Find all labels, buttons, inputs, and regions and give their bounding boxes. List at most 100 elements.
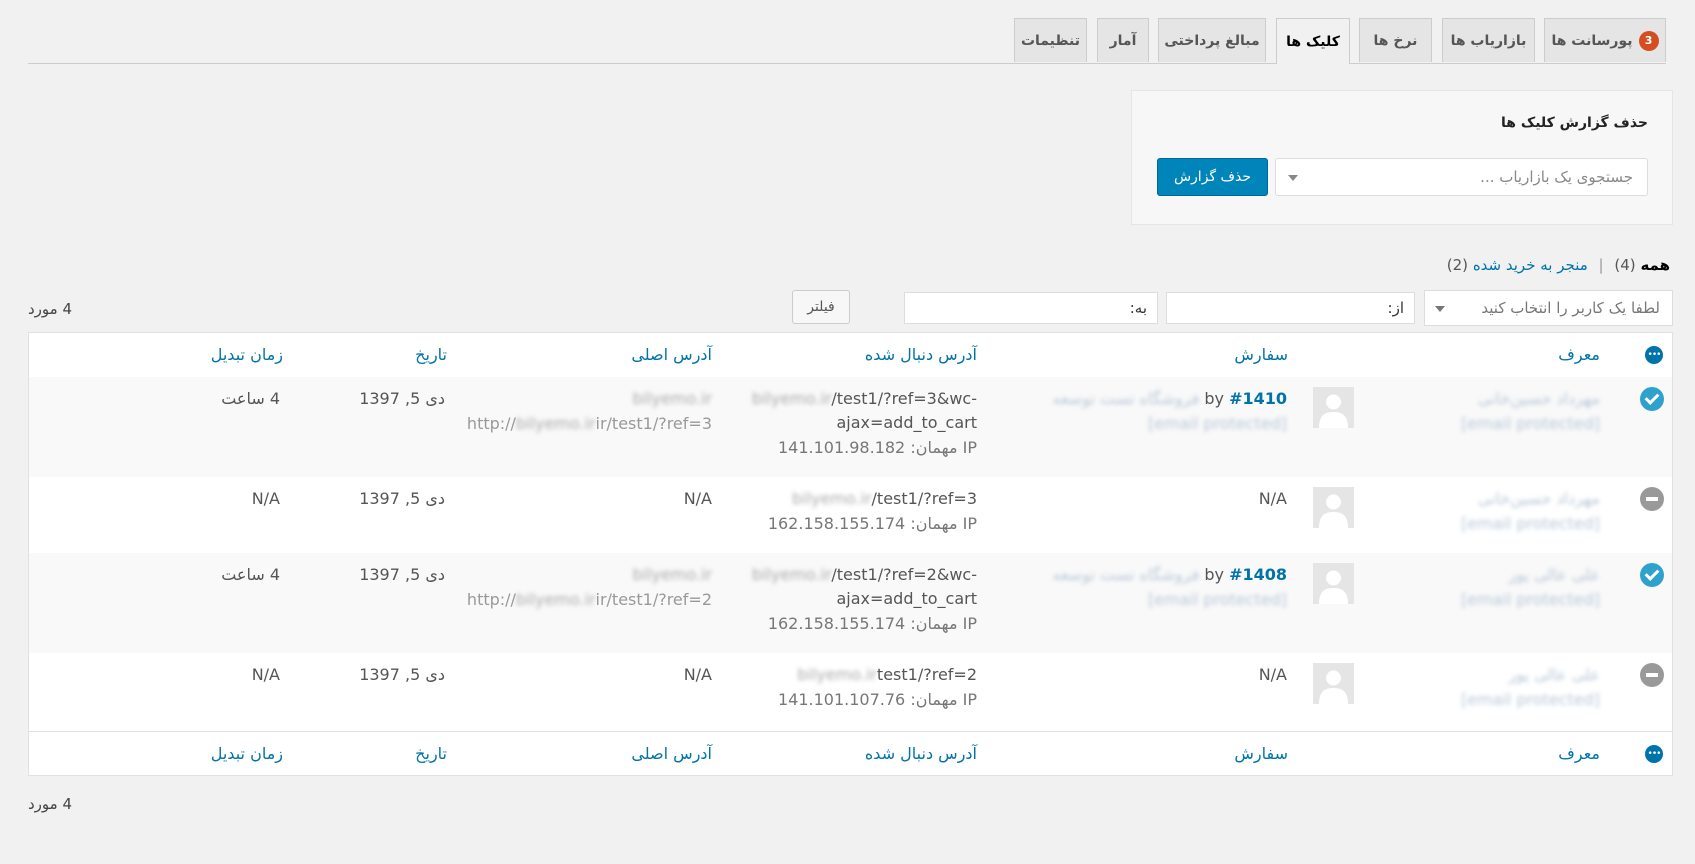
order-na: N/A xyxy=(1258,665,1287,684)
date-to-label: به: xyxy=(1129,299,1147,317)
original-suffix: ir/test1/?ref=3 xyxy=(595,414,713,433)
column-order[interactable]: سفارش xyxy=(1234,744,1288,763)
visitor-ip: IP مهمان: 162.158.155.174 xyxy=(768,614,977,633)
click-date: دی 5, 1397 xyxy=(359,665,445,684)
original-suffix: ir/test1/?ref=2 xyxy=(595,590,713,609)
chevron-down-icon xyxy=(1435,306,1445,312)
table-header: معرف سفارش آدرس دنبال شده آدرس اصلی تاری… xyxy=(29,333,1672,378)
tracked-domain: bilyemo.ir xyxy=(797,665,877,684)
column-date[interactable]: تاریخ xyxy=(415,345,447,364)
tab-label: پورسانت ها xyxy=(1551,32,1633,49)
column-tracked-url[interactable]: آدرس دنبال شده xyxy=(865,744,977,763)
order-email[interactable]: [email protected] xyxy=(1148,590,1287,609)
original-domain-inline: bilyemo.ir xyxy=(515,414,596,433)
tracked-path: /test1/?ref=3&wc- xyxy=(831,389,977,408)
view-converted-count: (2) xyxy=(1446,256,1469,274)
tracked-path: /test1/?ref=2&wc- xyxy=(831,565,977,584)
tracked-path: test1/?ref=2 xyxy=(876,665,977,684)
tab-affiliates[interactable]: بازاریاب ها xyxy=(1442,18,1535,62)
delete-report-button[interactable]: حذف گزارش xyxy=(1157,158,1268,196)
referrer-email[interactable]: [email protected] xyxy=(1461,514,1600,533)
referrer-name[interactable]: علی عالی پور xyxy=(1509,565,1600,584)
column-tracked-url[interactable]: آدرس دنبال شده xyxy=(865,345,977,364)
pending-count-badge: 3 xyxy=(1638,30,1659,51)
tracked-path-cont: ajax=add_to_cart xyxy=(836,413,977,432)
table-footer: معرف سفارش آدرس دنبال شده آدرس اصلی تاری… xyxy=(29,731,1672,776)
clicks-table: معرف سفارش آدرس دنبال شده آدرس اصلی تاری… xyxy=(28,332,1673,776)
column-conversion-time[interactable]: زمان تبدیل xyxy=(211,744,283,763)
minus-circle-icon xyxy=(1640,487,1664,511)
table-row: علی عالی پور [email protected] N/A bilye… xyxy=(29,653,1672,731)
ip-label: IP مهمان: xyxy=(910,438,977,457)
referrer-name[interactable]: مهرداد حسین‌خانی xyxy=(1478,389,1600,408)
affiliate-search-select[interactable]: جستجوی یک بازاریاب ... xyxy=(1275,158,1648,196)
tracked-domain: bilyemo.ir xyxy=(791,489,872,508)
click-date: دی 5, 1397 xyxy=(359,389,445,408)
check-circle-icon xyxy=(1640,563,1664,587)
column-original-url[interactable]: آدرس اصلی xyxy=(631,744,712,763)
referrer-name[interactable]: مهرداد حسین‌خانی xyxy=(1478,489,1600,508)
table-row: علی عالی پور [email protected] فروشگاه ت… xyxy=(29,553,1672,653)
referrer-email[interactable]: [email protected] xyxy=(1461,414,1600,433)
column-referrer[interactable]: معرف xyxy=(1558,744,1600,763)
column-conversion-time[interactable]: زمان تبدیل xyxy=(211,345,283,364)
column-order[interactable]: سفارش xyxy=(1234,345,1288,364)
ip-value: 162.158.155.174 xyxy=(767,614,906,633)
tracked-url: bilyemo.ir/test1/?ref=3 xyxy=(792,489,977,508)
avatar xyxy=(1313,487,1354,528)
date-to-input[interactable]: به: xyxy=(904,292,1158,324)
column-referrer[interactable]: معرف xyxy=(1558,345,1600,364)
referrer-email[interactable]: [email protected] xyxy=(1461,590,1600,609)
view-converted-link[interactable]: منجر به خرید شده xyxy=(1473,256,1588,274)
original-na: N/A xyxy=(683,489,712,508)
tracked-url: bilyemo.ir/test1/?ref=3&wc- xyxy=(752,389,977,408)
order-by: by xyxy=(1204,389,1224,408)
view-all-count: (4) xyxy=(1614,256,1636,274)
column-original-url[interactable]: آدرس اصلی xyxy=(631,345,712,364)
tab-rates[interactable]: نرخ ها xyxy=(1359,18,1432,62)
minus-circle-icon xyxy=(1640,663,1664,687)
tab-commissions[interactable]: پورسانت ها 3 xyxy=(1544,18,1666,62)
order-link[interactable]: #1408 xyxy=(1229,565,1287,584)
delete-report-title: حذف گزارش کلیک ها xyxy=(1501,115,1648,131)
tab-label: مبالغ پرداختی xyxy=(1164,32,1260,49)
tab-stats[interactable]: آمار xyxy=(1097,18,1149,62)
order-customer[interactable]: فروشگاه تست توسعه xyxy=(1053,565,1200,584)
more-icon[interactable] xyxy=(1645,346,1663,364)
column-date[interactable]: تاریخ xyxy=(415,744,447,763)
ip-label: IP مهمان: xyxy=(910,614,977,633)
date-from-input[interactable]: از: xyxy=(1166,292,1415,324)
referrer-name[interactable]: علی عالی پور xyxy=(1509,665,1600,684)
filter-button[interactable]: فیلتر xyxy=(792,290,850,324)
conversion-time: 4 ساعت xyxy=(221,565,280,584)
referrer-email[interactable]: [email protected] xyxy=(1461,690,1600,709)
tab-settings[interactable]: تنظیمات xyxy=(1014,18,1087,62)
tab-payouts[interactable]: مبالغ پرداختی xyxy=(1158,18,1266,62)
tab-label: نرخ ها xyxy=(1373,32,1418,49)
view-separator: | xyxy=(1598,256,1604,274)
check-circle-icon xyxy=(1640,387,1664,411)
original-url: http://bilyemo.irir/test1/?ref=3 xyxy=(467,414,712,433)
tab-clicks[interactable]: کلیک ها xyxy=(1276,18,1350,64)
visitor-ip: IP مهمان: 141.101.107.76 xyxy=(778,690,977,709)
ip-label: IP مهمان: xyxy=(910,514,977,533)
table-row: مهرداد حسین‌خانی [email protected] فروشگ… xyxy=(29,377,1672,477)
view-all-link[interactable]: همه xyxy=(1640,256,1670,274)
tab-label: تنظیمات xyxy=(1020,32,1081,49)
order-link[interactable]: #1410 xyxy=(1229,389,1287,408)
table-row: مهرداد حسین‌خانی [email protected] N/A b… xyxy=(29,477,1672,553)
order-by: by xyxy=(1204,565,1224,584)
date-from-label: از: xyxy=(1387,299,1404,317)
order-info: فروشگاه تست توسعه by #1408 xyxy=(1053,565,1287,584)
order-email[interactable]: [email protected] xyxy=(1148,414,1287,433)
ip-value: 141.101.98.182 xyxy=(778,438,906,457)
original-url: http://bilyemo.irir/test1/?ref=2 xyxy=(467,590,712,609)
tab-label: آمار xyxy=(1109,32,1137,49)
order-info: فروشگاه تست توسعه by #1410 xyxy=(1053,389,1287,408)
order-na: N/A xyxy=(1258,489,1287,508)
ip-value: 141.101.107.76 xyxy=(778,690,906,709)
order-customer[interactable]: فروشگاه تست توسعه xyxy=(1053,389,1200,408)
user-filter-select[interactable]: لطفا یک کاربر را انتخاب کنید xyxy=(1424,290,1673,326)
more-icon[interactable] xyxy=(1645,745,1663,763)
items-count: 4 مورد xyxy=(28,300,73,318)
